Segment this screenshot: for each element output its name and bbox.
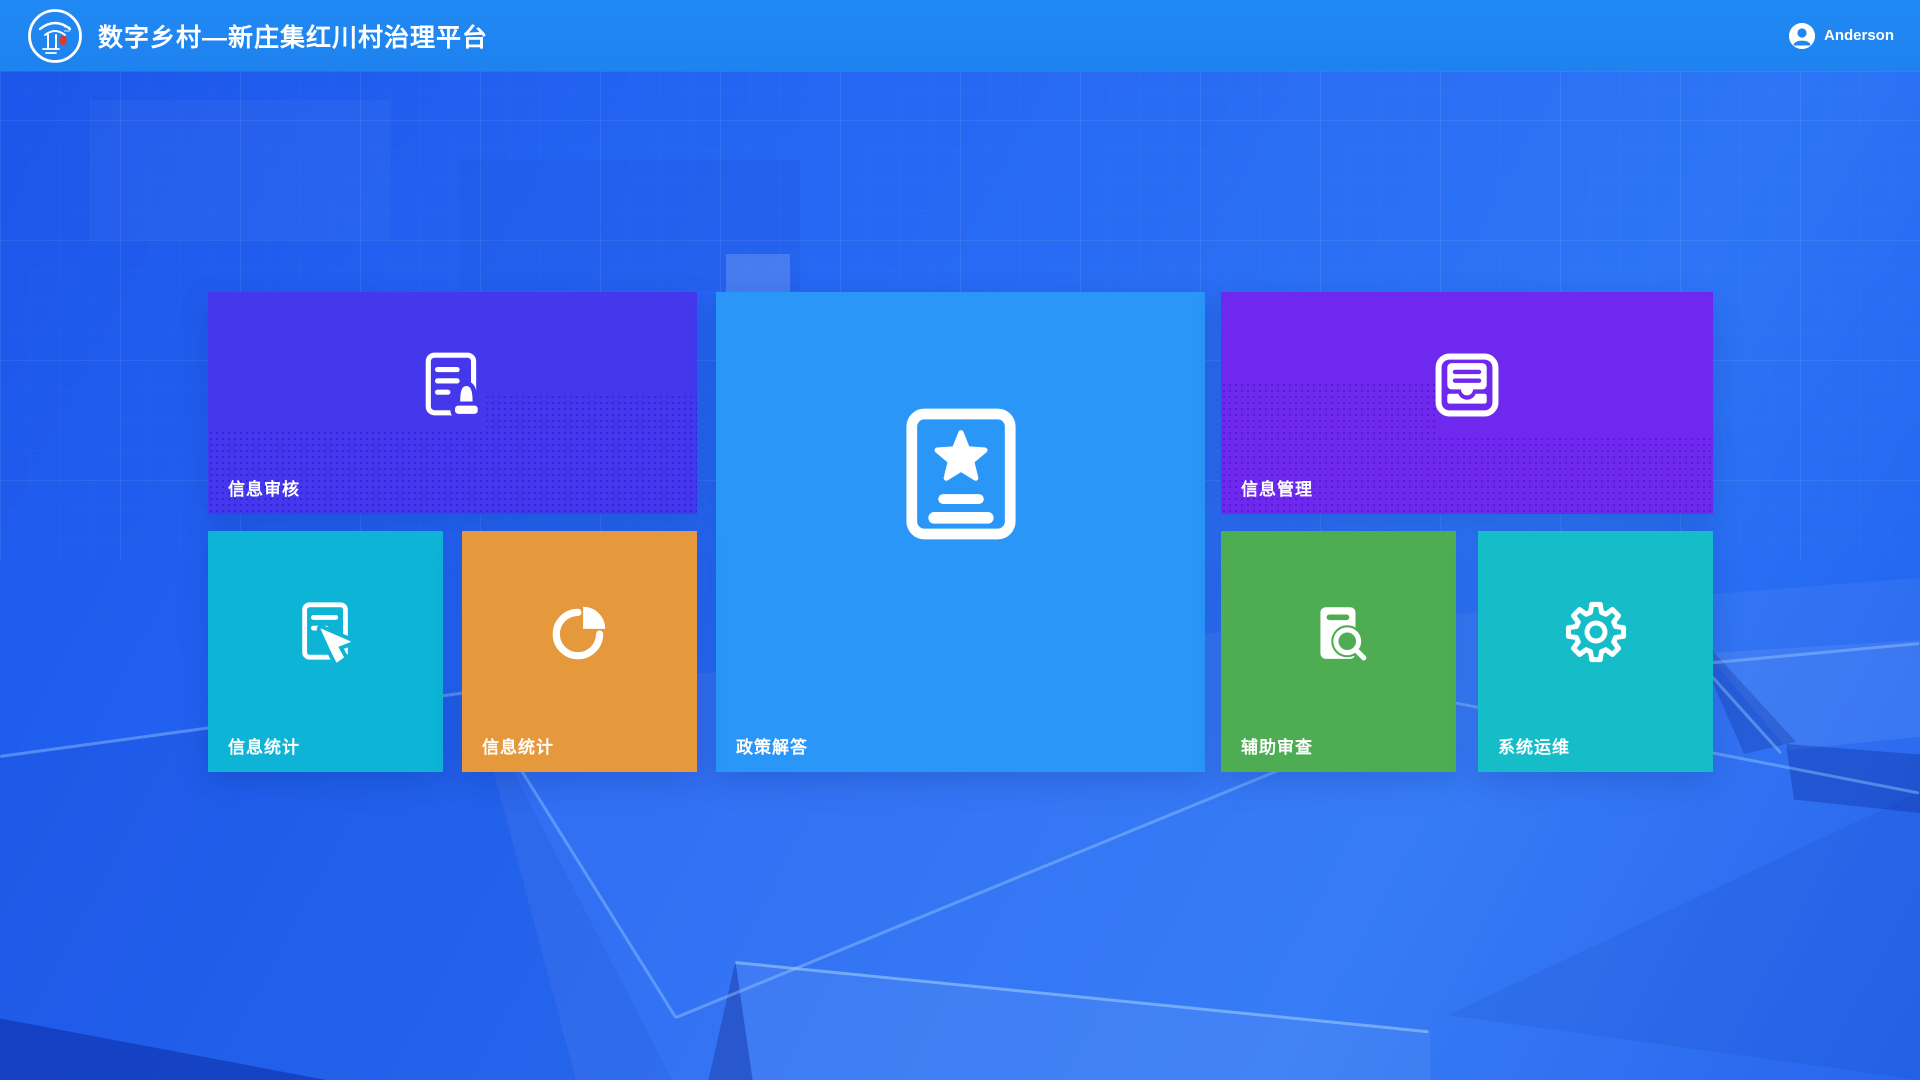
page-title: 数字乡村—新庄集红川村治理平台	[98, 18, 488, 54]
app-header: 数字乡村—新庄集红川村治理平台 Anderson	[0, 0, 1920, 71]
user-avatar-icon[interactable]	[1789, 23, 1815, 49]
village-emblem-logo	[26, 7, 84, 65]
tile-label: 信息管理	[1241, 475, 1313, 500]
tile-xinxi-tongji-pie[interactable]: 信息统计	[462, 531, 697, 772]
tile-label: 信息统计	[228, 733, 300, 758]
user-name: Anderson	[1824, 27, 1894, 44]
user-chip[interactable]: Anderson	[1789, 23, 1894, 49]
tile-label: 辅助审查	[1241, 733, 1313, 758]
tile-label: 系统运维	[1498, 733, 1570, 758]
tile-label: 政策解答	[736, 733, 808, 758]
tile-xitong-yunwei[interactable]: 系统运维	[1478, 531, 1713, 772]
tile-xinxi-shenhe[interactable]: 信息审核	[208, 292, 697, 514]
pie-chart-icon	[547, 599, 613, 665]
bg-light-patch	[90, 100, 390, 240]
certificate-star-icon	[903, 406, 1019, 542]
tile-xinxi-tongji-docs[interactable]: 信息统计	[208, 531, 443, 772]
tile-fuzhu-shencha[interactable]: 辅助审查	[1221, 531, 1456, 772]
document-cursor-icon	[293, 599, 359, 665]
tile-zhengce-jieda[interactable]: 政策解答	[716, 292, 1205, 772]
book-search-icon	[1306, 599, 1372, 665]
gear-icon-path	[1568, 605, 1623, 660]
tile-label: 信息统计	[482, 733, 554, 758]
gear-icon	[1561, 597, 1631, 667]
tile-label: 信息审核	[228, 475, 300, 500]
bg-highlight-square	[726, 254, 790, 292]
document-stamp-icon	[418, 350, 488, 420]
tile-xinxi-guanli[interactable]: 信息管理	[1221, 292, 1713, 514]
tiles-grid: 信息审核 政策解答 信息管理 信息统计	[208, 292, 1713, 772]
message-archive-icon	[1432, 350, 1502, 420]
